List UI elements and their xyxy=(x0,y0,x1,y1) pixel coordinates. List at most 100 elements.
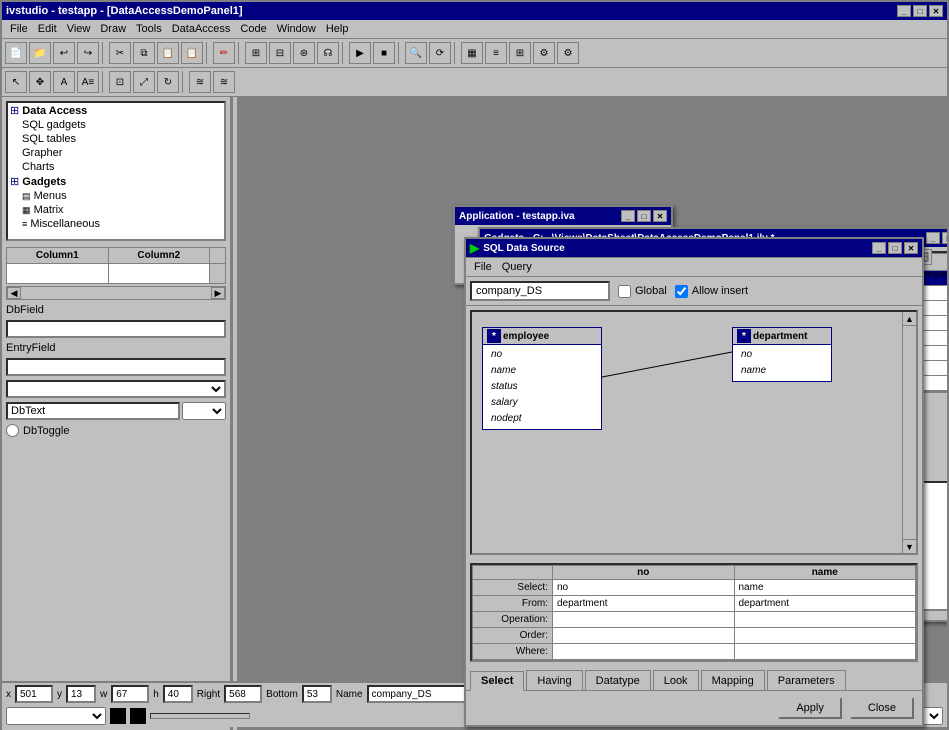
tb2-move[interactable]: ✥ xyxy=(29,71,51,93)
apply-button[interactable]: Apply xyxy=(778,697,842,719)
tb2-rotate[interactable]: ↻ xyxy=(157,71,179,93)
tree-charts[interactable]: Charts xyxy=(8,160,224,174)
tb2-scale[interactable]: ⤢ xyxy=(133,71,155,93)
app-close[interactable]: ✕ xyxy=(653,210,667,222)
tab-parameters[interactable]: Parameters xyxy=(767,670,846,690)
entryfield-input[interactable] xyxy=(6,358,226,376)
menu-edit[interactable]: Edit xyxy=(34,22,61,36)
tb-zoom[interactable]: 🔍 xyxy=(405,42,427,64)
tree-gadgets[interactable]: ⊞ Gadgets xyxy=(8,174,224,189)
font-select[interactable] xyxy=(6,707,106,725)
close-button[interactable]: ✕ xyxy=(929,5,943,17)
query-cell-col1[interactable] xyxy=(553,644,735,660)
tb-cut[interactable]: ✂ xyxy=(109,42,131,64)
matrix-cell-1-2[interactable] xyxy=(108,264,210,284)
dbfield-input[interactable] xyxy=(6,320,226,338)
app-minimize[interactable]: _ xyxy=(621,210,635,222)
tb-run[interactable]: ▶ xyxy=(349,42,371,64)
h-input[interactable] xyxy=(163,685,193,703)
tb-grid[interactable]: ▦ xyxy=(461,42,483,64)
tb-undo[interactable]: ↩ xyxy=(53,42,75,64)
tree-sql-gadgets[interactable]: SQL gadgets xyxy=(8,118,224,132)
query-cell-col2[interactable] xyxy=(734,612,916,628)
tb-view[interactable]: ⊞ xyxy=(245,42,267,64)
menu-dataaccess[interactable]: DataAccess xyxy=(168,22,235,36)
global-checkbox[interactable] xyxy=(618,285,631,298)
hscroll-left[interactable]: ◀ xyxy=(7,287,21,299)
menu-code[interactable]: Code xyxy=(236,22,270,36)
query-cell-col1[interactable]: department xyxy=(553,596,735,612)
sql-maximize[interactable]: □ xyxy=(888,242,902,254)
tb-prop[interactable]: ⊟ xyxy=(269,42,291,64)
tb-pencil[interactable]: ✏ xyxy=(213,42,235,64)
ds-name-input[interactable] xyxy=(470,281,610,301)
menu-draw[interactable]: Draw xyxy=(96,22,130,36)
gadgets-minimize[interactable]: _ xyxy=(926,232,940,244)
query-cell-col2[interactable]: name xyxy=(734,580,916,596)
tb2-extra2[interactable]: ≋ xyxy=(213,71,235,93)
menu-window[interactable]: Window xyxy=(273,22,320,36)
dbtext-select[interactable] xyxy=(182,402,226,420)
tab-having[interactable]: Having xyxy=(526,670,582,690)
tb2-select[interactable]: ↖ xyxy=(5,71,27,93)
tb-extra1[interactable]: ⚙ xyxy=(533,42,555,64)
tb-snap[interactable]: ⊞ xyxy=(509,42,531,64)
query-cell-col2[interactable] xyxy=(734,628,916,644)
slider-track[interactable] xyxy=(150,713,250,719)
tb-copy[interactable]: ⧉ xyxy=(133,42,155,64)
sql-menu-query[interactable]: Query xyxy=(498,260,536,274)
er-vscroll[interactable]: ▲ ▼ xyxy=(902,312,916,553)
tb2-group[interactable]: ⊡ xyxy=(109,71,131,93)
matrix-hscroll[interactable]: ◀ ▶ xyxy=(6,286,226,300)
gadgets-maximize[interactable]: □ xyxy=(942,232,947,244)
matrix-cell-1-1[interactable] xyxy=(7,264,109,284)
tab-select[interactable]: Select xyxy=(470,671,524,691)
sql-menu-file[interactable]: File xyxy=(470,260,496,274)
tb-stop[interactable]: ■ xyxy=(373,42,395,64)
tree-grapher[interactable]: Grapher xyxy=(8,146,224,160)
hscroll-right[interactable]: ▶ xyxy=(211,287,225,299)
er-scroll-down[interactable]: ▼ xyxy=(903,539,916,553)
tb-open[interactable]: 📁 xyxy=(29,42,51,64)
query-cell-col2[interactable]: department xyxy=(734,596,916,612)
menu-file[interactable]: File xyxy=(6,22,32,36)
tb-new[interactable]: 📄 xyxy=(5,42,27,64)
tb-extra2[interactable]: ⚙ xyxy=(557,42,579,64)
color-black-2[interactable] xyxy=(130,708,146,724)
tree-menus[interactable]: ▤ Menus xyxy=(8,189,224,203)
bottom-input[interactable] xyxy=(302,685,332,703)
tree-sql-tables[interactable]: SQL tables xyxy=(8,132,224,146)
tree-matrix[interactable]: ▦ Matrix xyxy=(8,203,224,217)
app-maximize[interactable]: □ xyxy=(637,210,651,222)
tb-align[interactable]: ≡ xyxy=(485,42,507,64)
right-input[interactable] xyxy=(224,685,262,703)
menu-help[interactable]: Help xyxy=(322,22,353,36)
dbtext-input[interactable] xyxy=(6,402,180,420)
allow-insert-checkbox[interactable] xyxy=(675,285,688,298)
tab-look[interactable]: Look xyxy=(653,670,699,690)
minimize-button[interactable]: _ xyxy=(897,5,911,17)
w-input[interactable] xyxy=(111,685,149,703)
dbtoggle-radio[interactable] xyxy=(6,424,19,437)
query-cell-col1[interactable] xyxy=(553,628,735,644)
tab-datatype[interactable]: Datatype xyxy=(585,670,651,690)
x-input[interactable] xyxy=(15,685,53,703)
tb-redo[interactable]: ↪ xyxy=(77,42,99,64)
menu-view[interactable]: View xyxy=(63,22,95,36)
tb-query[interactable]: ☊ xyxy=(317,42,339,64)
query-cell-col1[interactable] xyxy=(553,612,735,628)
tb2-extra1[interactable]: ≋ xyxy=(189,71,211,93)
tb2-text[interactable]: A xyxy=(53,71,75,93)
tb-paste[interactable]: 📋 xyxy=(157,42,179,64)
query-cell-col2[interactable] xyxy=(734,644,916,660)
tb-paste2[interactable]: 📋 xyxy=(181,42,203,64)
maximize-button[interactable]: □ xyxy=(913,5,927,17)
tab-mapping[interactable]: Mapping xyxy=(701,670,765,690)
close-button[interactable]: Close xyxy=(850,697,914,719)
er-scroll-up[interactable]: ▲ xyxy=(903,312,916,326)
tree-root[interactable]: ⊞ Data Access xyxy=(8,103,224,118)
tree-panel[interactable]: ⊞ Data Access SQL gadgets SQL tables Gra… xyxy=(6,101,226,241)
tb-refresh[interactable]: ⟳ xyxy=(429,42,451,64)
name-input[interactable] xyxy=(367,685,467,703)
entryfield-dropdown[interactable] xyxy=(6,380,226,398)
